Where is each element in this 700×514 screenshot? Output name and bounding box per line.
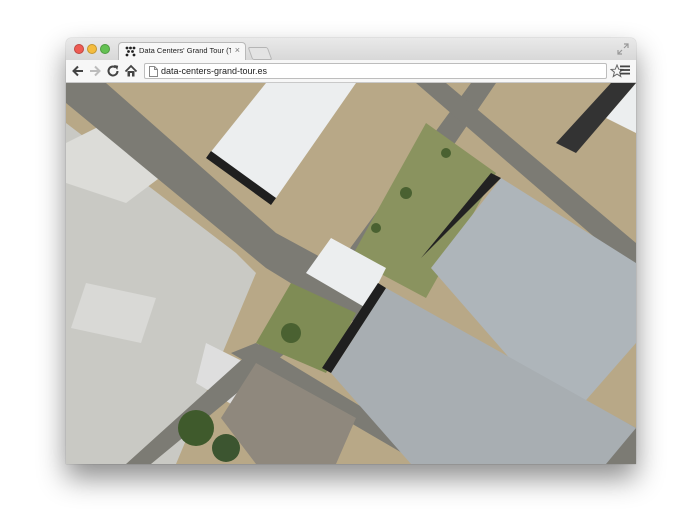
tree-cluster [212,434,240,462]
fullscreen-icon[interactable] [617,43,629,55]
tree-cluster [178,410,214,446]
tab-close-icon[interactable]: × [235,45,240,55]
back-arrow-icon[interactable] [70,63,86,79]
tree [281,323,301,343]
browser-toolbar: data-centers-grand-tour.es [66,60,636,83]
address-bar[interactable]: data-centers-grand-tour.es [144,63,624,79]
title-bar: Data Centers' Grand Tour (T × [66,38,636,60]
minimize-window-button[interactable] [87,44,97,54]
reload-icon[interactable] [105,63,121,79]
forward-arrow-icon[interactable] [87,63,103,79]
favicon-icon [125,46,136,57]
new-tab-button[interactable] [247,47,273,60]
url-text[interactable]: data-centers-grand-tour.es [161,66,267,76]
browser-window: Data Centers' Grand Tour (T × data-cente… [66,38,636,464]
zoom-window-button[interactable] [100,44,110,54]
tab-title: Data Centers' Grand Tour (T [139,46,231,55]
page-content[interactable] [66,83,636,464]
page-icon [149,66,158,77]
home-icon[interactable] [123,63,139,79]
tree [400,187,412,199]
satellite-map[interactable] [66,83,636,464]
tree [441,148,451,158]
tree [371,223,381,233]
close-window-button[interactable] [74,44,84,54]
menu-icon[interactable] [620,65,630,75]
browser-tab[interactable]: Data Centers' Grand Tour (T × [118,42,246,60]
